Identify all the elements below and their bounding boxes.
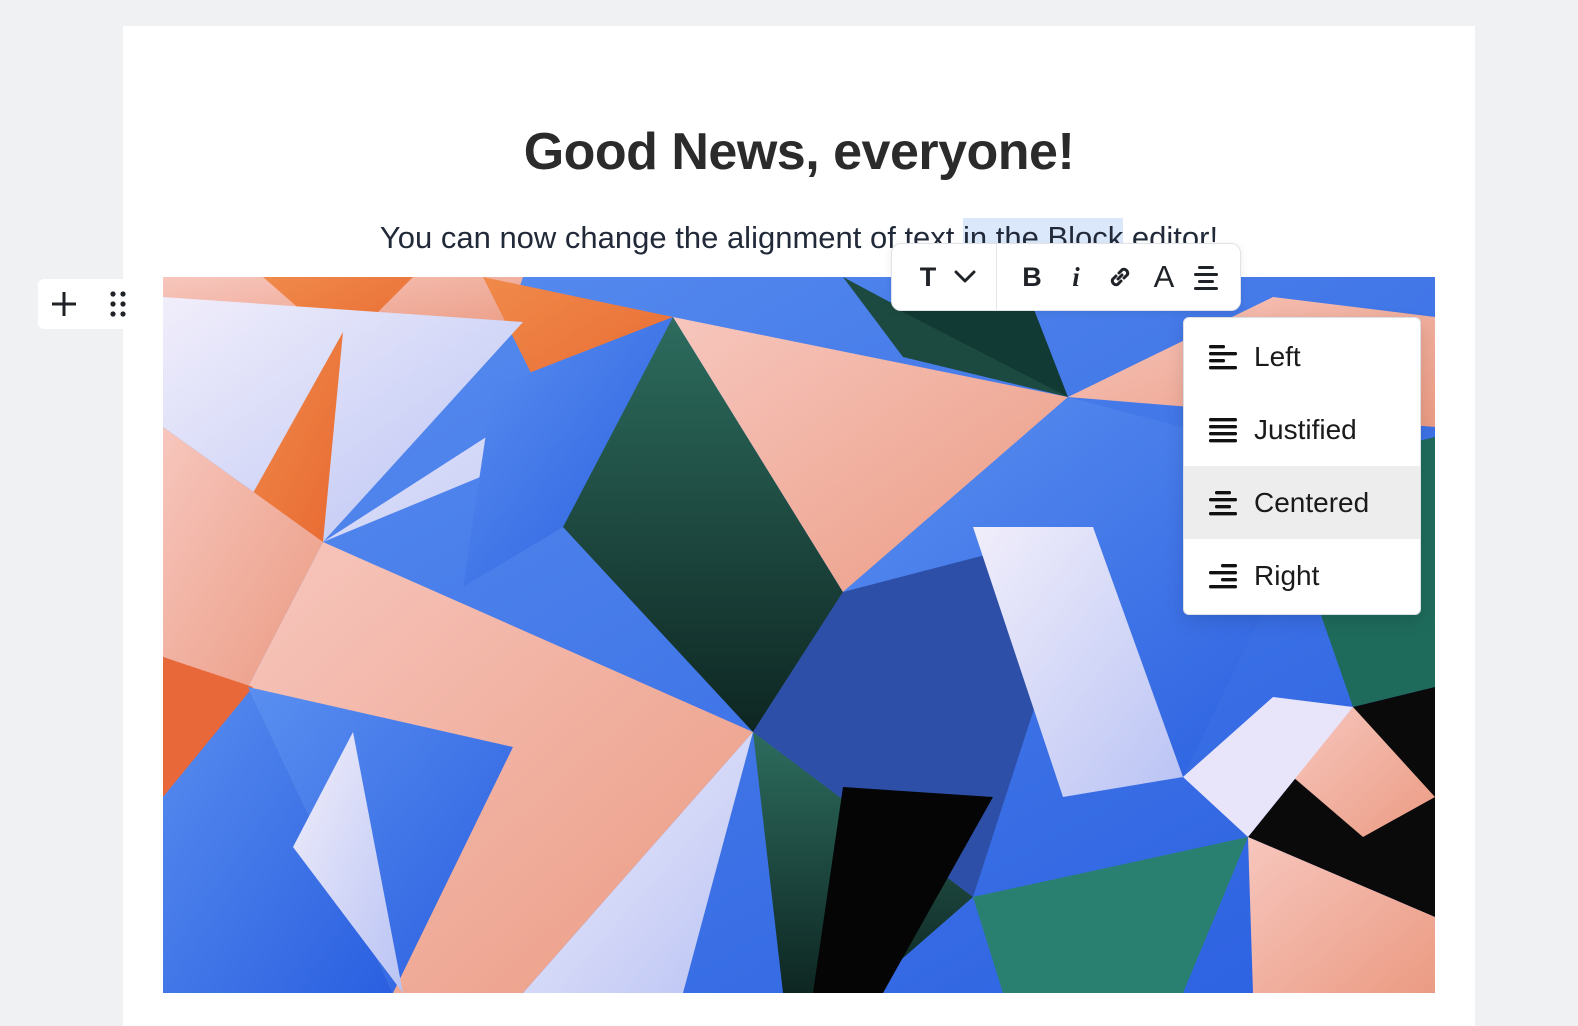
alignment-menu: Left Justified Centered Right <box>1183 317 1421 615</box>
menu-item-label: Right <box>1254 560 1320 591</box>
menu-item-centered[interactable]: Centered <box>1184 466 1420 539</box>
text-color-button[interactable]: A <box>1146 254 1182 300</box>
block-controls <box>38 279 138 329</box>
text-style-button[interactable]: T <box>910 254 946 300</box>
menu-item-left[interactable]: Left <box>1184 320 1420 393</box>
text-color-icon: A <box>1153 259 1175 294</box>
bold-button[interactable]: B <box>1014 254 1050 300</box>
paragraph-text-start[interactable]: You can now change the alignment of text <box>380 220 963 255</box>
menu-item-label: Left <box>1254 341 1301 372</box>
align-center-icon <box>1194 266 1218 290</box>
align-center-icon <box>1209 491 1237 516</box>
link-button[interactable] <box>1102 254 1138 300</box>
align-left-icon <box>1209 345 1237 370</box>
menu-item-label: Justified <box>1254 414 1357 445</box>
chevron-down-icon <box>954 270 976 283</box>
plus-icon <box>52 292 76 316</box>
formatting-toolbar: T B i A <box>891 243 1241 311</box>
add-block-button[interactable] <box>40 279 88 329</box>
italic-button[interactable]: i <box>1058 254 1094 300</box>
align-right-icon <box>1209 564 1237 589</box>
drag-handle-button[interactable] <box>94 279 142 329</box>
page-title[interactable]: Good News, everyone! <box>123 122 1475 182</box>
menu-item-label: Centered <box>1254 487 1370 518</box>
toolbar-divider <box>996 244 997 310</box>
align-justify-icon <box>1209 418 1237 443</box>
italic-icon: i <box>1072 261 1080 292</box>
paragraph-text[interactable]: You can now change the alignment of text… <box>123 216 1475 260</box>
text-style-icon: T <box>919 262 937 292</box>
drag-handle-icon <box>110 291 126 317</box>
menu-item-justified[interactable]: Justified <box>1184 393 1420 466</box>
text-style-dropdown[interactable] <box>948 254 982 300</box>
link-icon <box>1110 267 1130 287</box>
menu-item-right[interactable]: Right <box>1184 539 1420 612</box>
alignment-button[interactable] <box>1188 254 1224 300</box>
bold-icon: B <box>1022 262 1042 292</box>
